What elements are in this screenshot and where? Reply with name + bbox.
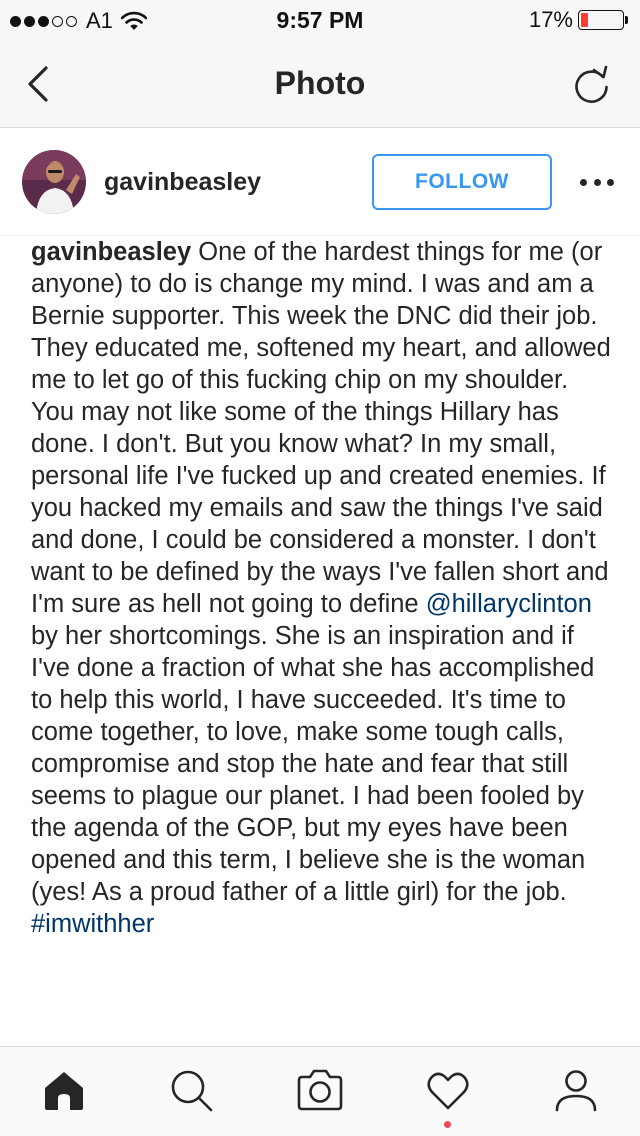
tab-profile[interactable] <box>551 1065 601 1115</box>
post-username[interactable]: gavinbeasley <box>104 168 261 197</box>
caption-text: One of the hardest things for me (or any… <box>31 238 611 618</box>
tab-search[interactable] <box>166 1065 216 1115</box>
back-button[interactable] <box>18 62 58 106</box>
tab-activity[interactable] <box>423 1065 473 1115</box>
heart-icon <box>427 1072 469 1110</box>
camera-icon <box>297 1069 343 1111</box>
post-header: gavinbeasley FOLLOW <box>0 128 640 236</box>
caption-mention[interactable]: @hillaryclinton <box>426 590 592 618</box>
more-options-button[interactable] <box>580 172 614 192</box>
activity-indicator-icon <box>444 1121 451 1128</box>
battery-percent: 17% <box>528 7 573 32</box>
tab-home[interactable] <box>39 1065 89 1115</box>
battery-level <box>581 13 588 27</box>
battery-tip <box>625 16 628 24</box>
home-icon <box>45 1072 83 1110</box>
refresh-button[interactable] <box>570 62 614 106</box>
page-title: Photo <box>274 65 366 101</box>
search-icon <box>171 1070 213 1112</box>
user-photo-icon <box>22 150 86 214</box>
refresh-icon <box>575 65 608 103</box>
post-caption: gavinbeasley One of the hardest things f… <box>31 236 616 940</box>
status-bar: A1 9:57 PM 17% <box>0 0 640 40</box>
battery-icon <box>578 10 624 30</box>
follow-button[interactable]: FOLLOW <box>372 154 552 210</box>
profile-icon <box>555 1070 597 1112</box>
caption-username[interactable]: gavinbeasley <box>31 238 191 266</box>
more-dots-icon <box>593 178 601 186</box>
tab-bar <box>0 1046 640 1136</box>
caption-hashtag[interactable]: #imwithher <box>31 910 154 938</box>
caption-text: by her shortcomings. She is an inspirati… <box>31 622 595 906</box>
tab-camera[interactable] <box>295 1065 345 1115</box>
more-dots-icon <box>607 178 614 186</box>
chevron-left-icon <box>28 66 48 102</box>
avatar[interactable] <box>22 150 86 214</box>
battery-group: 17% <box>529 7 628 33</box>
nav-bar: Photo <box>0 40 640 128</box>
more-dots-icon <box>580 178 587 186</box>
